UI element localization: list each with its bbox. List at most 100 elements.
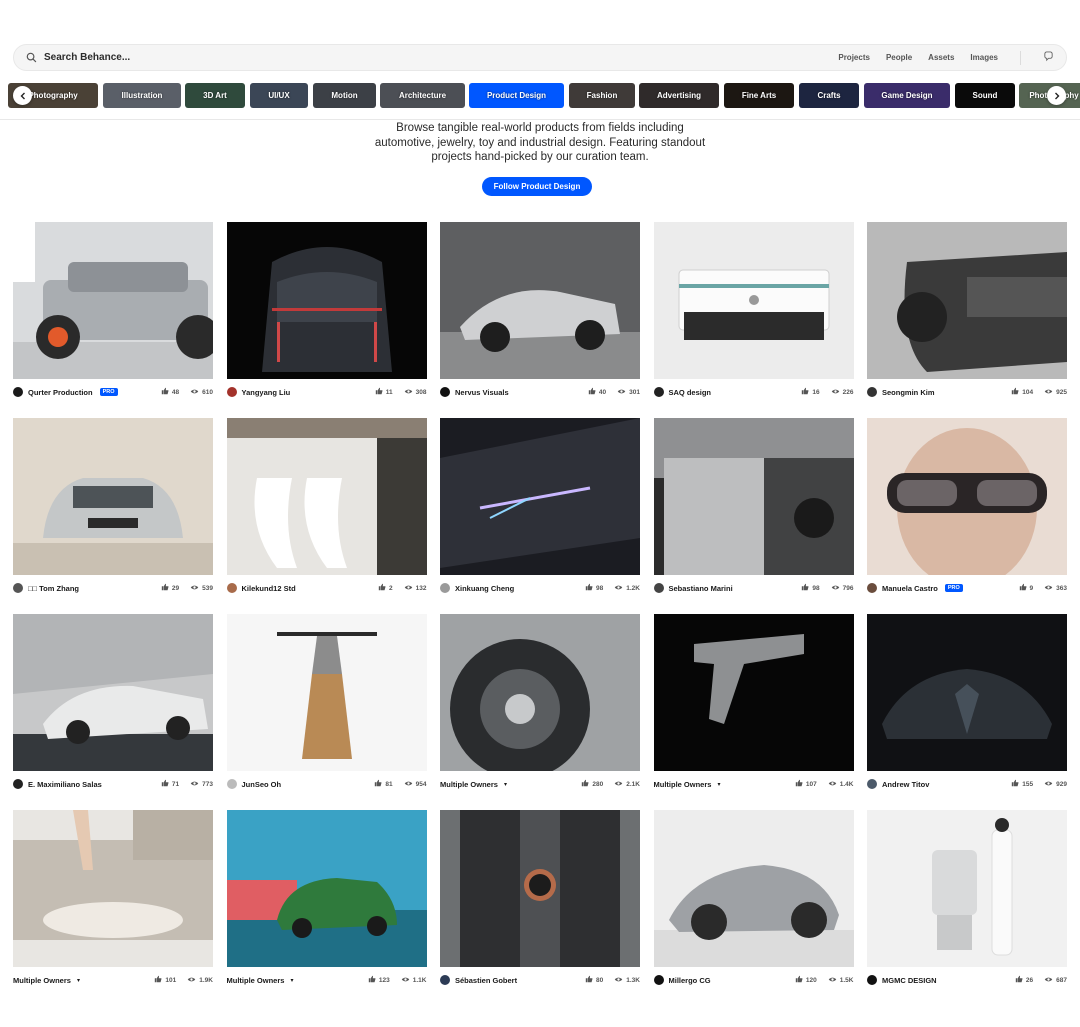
owner-link[interactable]: Sébastien Gobert <box>440 975 585 985</box>
category-illustration[interactable]: Illustration <box>103 83 181 108</box>
owner-name: Sebastiano Marini <box>668 583 733 593</box>
project-thumbnail[interactable] <box>226 810 427 967</box>
project-grid: Qurter Production PRO 48 610 Yangyang Liu 11… <box>13 222 1067 1006</box>
project-stats: 123 1.1K <box>368 975 427 985</box>
project-thumbnail[interactable] <box>440 418 640 575</box>
category-fine-arts[interactable]: Fine Arts <box>724 83 794 108</box>
category-ui-ux[interactable]: UI/UX <box>250 83 308 108</box>
scope-images[interactable]: Images <box>970 53 998 62</box>
project-thumbnail[interactable] <box>867 222 1067 379</box>
owner-link[interactable]: E. Maximiliano Salas <box>13 779 161 789</box>
thumbs-up-icon <box>161 583 169 593</box>
like-count: 9 <box>1029 584 1034 592</box>
search-bar[interactable]: Projects People Assets Images <box>13 44 1067 71</box>
project-image <box>13 810 213 967</box>
project-thumbnail[interactable] <box>440 614 640 771</box>
category-architecture[interactable]: Architecture <box>380 83 465 108</box>
view-count: 363 <box>1056 584 1067 592</box>
project-image <box>226 614 427 771</box>
project-image <box>13 418 213 575</box>
search-input[interactable] <box>44 52 839 63</box>
project-thumbnail[interactable] <box>13 222 213 379</box>
multiple-owners-dropdown[interactable]: Multiple Owners ▾ <box>440 780 581 789</box>
like-count: 26 <box>1025 976 1034 984</box>
category-description: Browse tangible real-world products from… <box>340 121 740 165</box>
category-advertising[interactable]: Advertising <box>639 83 719 108</box>
category-game-design[interactable]: Game Design <box>864 83 950 108</box>
owner-name: Millergo CG <box>668 975 711 985</box>
owner-link[interactable]: JunSeo Oh <box>226 779 375 789</box>
owner-link[interactable]: Xinkuang Cheng <box>440 583 585 593</box>
project-thumbnail[interactable] <box>13 810 213 967</box>
project-thumbnail[interactable] <box>226 418 427 575</box>
owner-link[interactable]: Andrew Titov <box>867 779 1011 789</box>
scope-projects[interactable]: Projects <box>838 53 870 62</box>
project-thumbnail[interactable] <box>13 418 213 575</box>
project-stats: 280 2.1K <box>581 779 640 789</box>
project-meta: JunSeo Oh 81 954 <box>226 772 427 796</box>
view-count: 1.1K <box>412 976 427 984</box>
owner-link[interactable]: Sebastiano Marini <box>653 583 802 593</box>
project-thumbnail[interactable] <box>653 222 854 379</box>
project-image <box>653 418 854 575</box>
owner-link[interactable]: Millergo CG <box>653 975 795 985</box>
like-count: 107 <box>805 780 817 788</box>
like-count: 81 <box>385 780 393 788</box>
view-count: 308 <box>415 388 427 396</box>
category-fashion[interactable]: Fashion <box>569 83 635 108</box>
project-image <box>653 810 854 967</box>
owner-link[interactable]: Qurter Production PRO <box>13 387 161 397</box>
project-thumbnail[interactable] <box>867 810 1067 967</box>
owner-link[interactable]: MGMC DESIGN <box>867 975 1015 985</box>
owner-name: Seongmin Kim <box>882 387 935 397</box>
project-stats: 48 610 <box>161 387 213 397</box>
eye-icon <box>401 976 410 985</box>
owner-link[interactable]: Yangyang Liu <box>226 387 375 397</box>
project-thumbnail[interactable] <box>13 614 213 771</box>
like-count: 80 <box>596 976 604 984</box>
chevron-right-icon[interactable] <box>1047 86 1066 105</box>
avatar <box>13 583 23 593</box>
category-sound[interactable]: Sound <box>955 83 1015 108</box>
project-thumbnail[interactable] <box>226 614 427 771</box>
scope-assets[interactable]: Assets <box>928 53 954 62</box>
project-thumbnail[interactable] <box>867 418 1067 575</box>
thumbs-up-icon <box>1019 583 1027 593</box>
avatar <box>226 779 237 789</box>
project-thumbnail[interactable] <box>653 418 854 575</box>
multiple-owners-dropdown[interactable]: Multiple Owners ▾ <box>227 976 368 985</box>
project-thumbnail[interactable] <box>867 614 1067 771</box>
owner-link[interactable]: Manuela Castro PRO <box>867 583 1019 593</box>
scope-divider <box>1020 50 1021 65</box>
category-motion[interactable]: Motion <box>313 83 376 108</box>
description-line: automotive, jewelry, toy and industrial … <box>374 136 706 149</box>
chevron-left-icon[interactable] <box>13 86 32 105</box>
image-search-icon[interactable] <box>1043 51 1054 64</box>
owner-link[interactable]: Seongmin Kim <box>867 387 1011 397</box>
category-crafts[interactable]: Crafts <box>799 83 859 108</box>
owner-link[interactable]: □□ Tom Zhang <box>13 583 161 593</box>
thumbs-up-icon <box>801 387 809 397</box>
project-card: Millergo CG 120 1.5K <box>653 810 854 1006</box>
project-thumbnail[interactable] <box>653 810 854 967</box>
follow-category-button[interactable]: Follow Product Design <box>482 177 592 196</box>
category-product-design[interactable]: Product Design <box>469 83 564 108</box>
view-count: 1.4K <box>839 780 854 788</box>
owner-link[interactable]: Kilekund12 Std <box>226 583 379 593</box>
project-thumbnail[interactable] <box>440 810 640 967</box>
project-thumbnail[interactable] <box>653 614 854 771</box>
owner-link[interactable]: Nervus Visuals <box>440 387 588 397</box>
owner-link[interactable]: SAQ design <box>653 387 802 397</box>
eye-icon <box>404 388 413 397</box>
project-image <box>440 810 640 967</box>
view-count: 2.1K <box>626 780 640 788</box>
category-3d-art[interactable]: 3D Art <box>185 83 245 108</box>
multiple-owners-dropdown[interactable]: Multiple Owners ▾ <box>654 780 795 789</box>
scope-people[interactable]: People <box>886 53 912 62</box>
multiple-owners-dropdown[interactable]: Multiple Owners ▾ <box>13 976 154 985</box>
caret-down-icon: ▾ <box>717 781 721 788</box>
project-meta: Multiple Owners ▾ 107 1.4K <box>654 772 854 796</box>
project-meta: Sebastiano Marini 98 796 <box>653 576 854 600</box>
project-thumbnail[interactable] <box>440 222 640 379</box>
project-thumbnail[interactable] <box>226 222 427 379</box>
